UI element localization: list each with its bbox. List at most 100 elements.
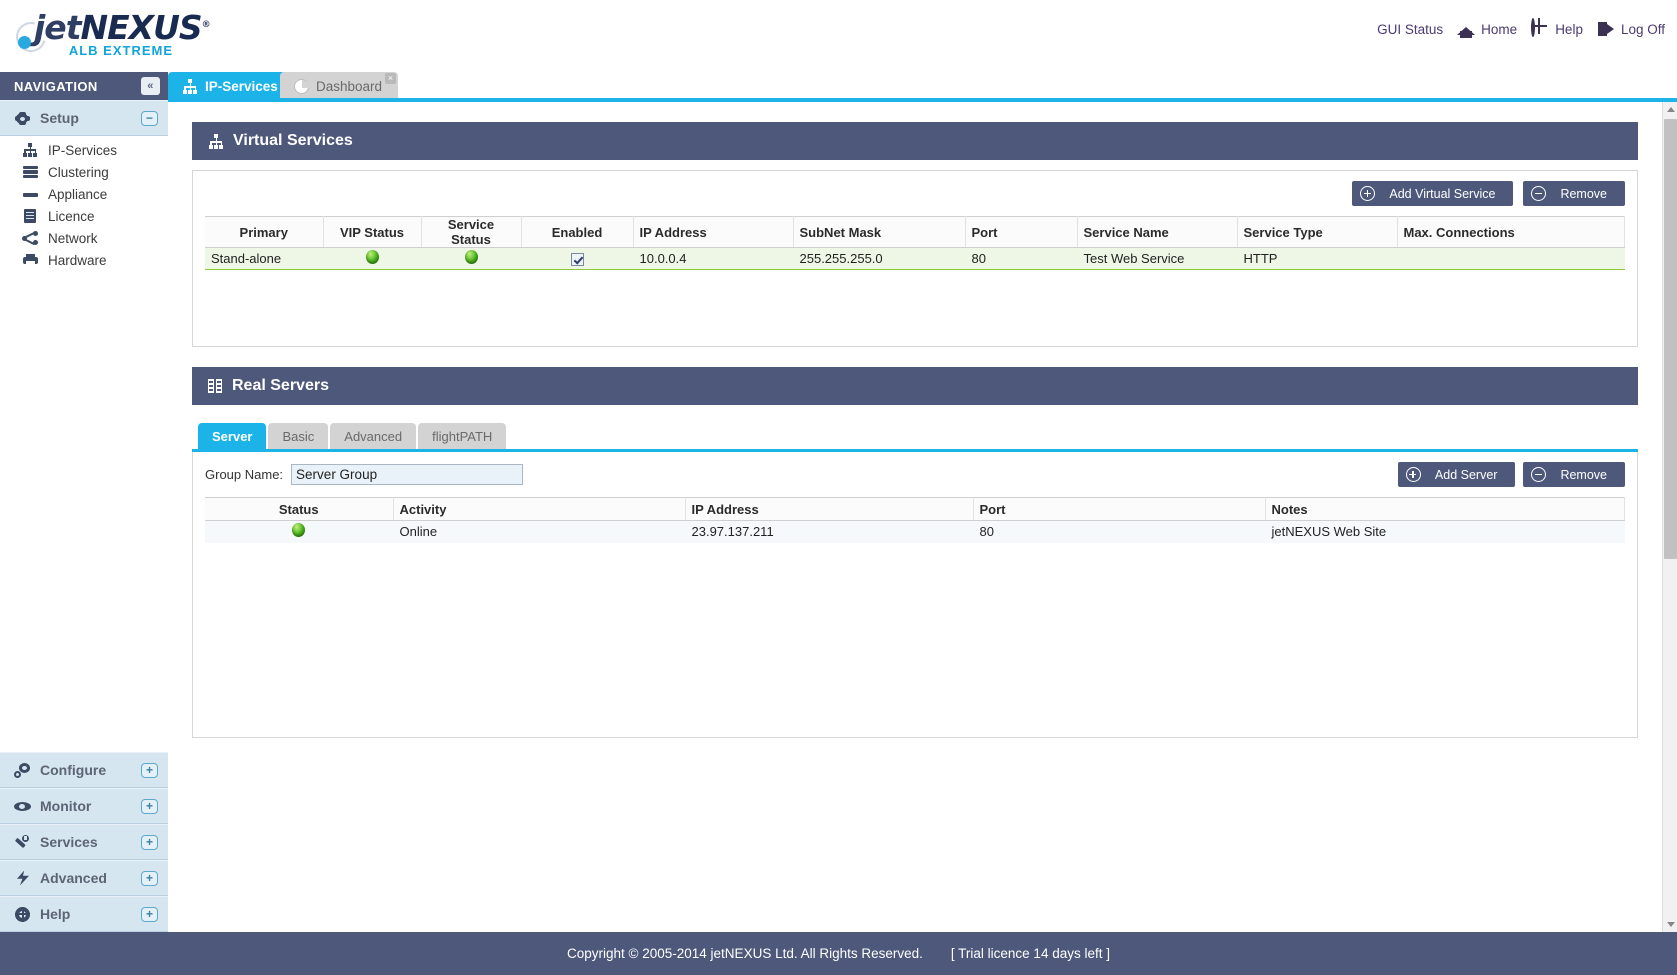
page-scrollbar[interactable] (1662, 102, 1677, 932)
col-notes[interactable]: Notes (1265, 497, 1625, 521)
tab-ip-services[interactable]: IP-Services (168, 72, 292, 100)
remove-virtual-service-button[interactable]: Remove (1523, 181, 1625, 206)
scroll-down-button[interactable] (1663, 917, 1677, 932)
sidebar-section-monitor[interactable]: Monitor + (0, 788, 168, 824)
sidebar-item-appliance[interactable]: Appliance (0, 183, 168, 205)
sidebar-section-toggle[interactable]: + (141, 762, 158, 778)
subtab-advanced[interactable]: Advanced (330, 423, 417, 449)
sidebar-section-toggle[interactable]: + (141, 906, 158, 922)
subtab-server[interactable]: Server (198, 423, 267, 449)
add-virtual-service-button[interactable]: Add Virtual Service (1352, 181, 1514, 206)
cell-primary: Stand-alone (205, 247, 323, 270)
virtual-services-body: Add Virtual Service Remove Primary VIP S… (192, 170, 1638, 347)
col-max-connections[interactable]: Max. Connections (1397, 216, 1625, 248)
share-icon (22, 230, 39, 246)
col-enabled[interactable]: Enabled (521, 216, 634, 248)
virtual-services-table-wrap: Primary VIP Status Service Status Enable… (205, 216, 1625, 334)
sidebar-section-help[interactable]: Help + (0, 896, 168, 932)
col-ip-address[interactable]: IP Address (685, 497, 974, 521)
header-link-gui-status[interactable]: GUI Status (1349, 20, 1447, 38)
sidebar-section-toggle[interactable]: + (141, 798, 158, 814)
header-link-logoff[interactable]: Log Off (1593, 20, 1669, 38)
appliance-icon (22, 187, 39, 202)
col-primary[interactable]: Primary (205, 216, 324, 248)
tab-dashboard[interactable]: Dashboard × (280, 72, 398, 100)
top-bar: jetNEXUS® ALB EXTREME GUI Status Home He… (0, 0, 1677, 72)
status-led-icon (365, 250, 379, 264)
tree-icon (208, 134, 224, 149)
tab-strip: IP-Services Dashboard × (168, 72, 1677, 100)
header-link-help[interactable]: Help (1527, 18, 1587, 38)
cell-service-name: Test Web Service (1077, 247, 1237, 270)
sidebar-section-setup[interactable]: Setup − (0, 100, 168, 136)
col-vip-status[interactable]: VIP Status (323, 216, 422, 248)
col-port[interactable]: Port (973, 497, 1266, 521)
sidebar-item-label: Hardware (48, 252, 107, 268)
sidebar-collapse-button[interactable]: « (141, 77, 160, 95)
close-icon[interactable]: × (385, 73, 396, 84)
sidebar-section-advanced[interactable]: Advanced + (0, 860, 168, 896)
col-status[interactable]: Status (205, 497, 394, 521)
cell-subnet-mask: 255.255.255.0 (793, 247, 965, 270)
subtab-flightpath[interactable]: flightPATH (418, 423, 507, 449)
plus-icon (1360, 186, 1376, 201)
header-link-home[interactable]: Home (1453, 20, 1521, 38)
sidebar-item-label: IP-Services (48, 142, 118, 158)
sidebar-section-configure[interactable]: Configure + (0, 752, 168, 788)
sidebar-section-toggle[interactable]: + (141, 870, 158, 886)
button-label: Remove (1560, 186, 1607, 201)
group-name-label: Group Name: (205, 467, 284, 482)
enabled-checkbox[interactable] (570, 253, 584, 267)
sidebar-section-label: Monitor (40, 798, 92, 814)
cell-service-status (421, 247, 521, 270)
plus-icon (1405, 467, 1421, 482)
col-service-type[interactable]: Service Type (1237, 216, 1398, 248)
real-servers-tabs: Server Basic Advanced flightPATH (198, 423, 1638, 449)
table-row[interactable]: Stand-alone 10.0.0.4 255.255.255.0 80 Te… (205, 247, 1625, 270)
add-server-button[interactable]: Add Server (1397, 462, 1516, 487)
sidebar-item-licence[interactable]: Licence (0, 205, 168, 227)
subtab-basic[interactable]: Basic (268, 423, 329, 449)
footer: Copyright © 2005-2014 jetNEXUS Ltd. All … (0, 932, 1677, 975)
sidebar-item-clustering[interactable]: Clustering (0, 161, 168, 183)
header-link-label: Log Off (1620, 21, 1665, 37)
sidebar-section-toggle[interactable]: − (141, 110, 158, 126)
cell-port: 80 (965, 247, 1077, 270)
col-ip-address[interactable]: IP Address (633, 216, 794, 248)
cell-port: 80 (973, 520, 1265, 543)
cell-service-type: HTTP (1237, 247, 1397, 270)
group-name-input[interactable] (291, 464, 524, 485)
logo-text-nexus: NEXUS (80, 8, 202, 47)
help-lifering-icon (1531, 18, 1549, 38)
panel-title: Virtual Services (233, 132, 353, 149)
sidebar-section-toggle[interactable]: + (141, 834, 158, 850)
sidebar-item-ip-services[interactable]: IP-Services (0, 139, 168, 161)
cell-enabled[interactable] (521, 247, 633, 270)
button-label: Add Server (1434, 467, 1498, 482)
col-activity[interactable]: Activity (393, 497, 686, 521)
sidebar-section-label: Help (40, 906, 71, 922)
tree-icon (22, 142, 39, 158)
sidebar-section-label: Services (40, 834, 98, 850)
col-port[interactable]: Port (965, 216, 1078, 248)
table-header-row: Status Activity IP Address Port Notes (205, 497, 1625, 521)
help-lifering-icon (14, 906, 31, 922)
col-subnet-mask[interactable]: SubNet Mask (793, 216, 966, 248)
scroll-thumb[interactable] (1664, 119, 1677, 559)
col-service-status[interactable]: Service Status (421, 216, 522, 248)
tree-icon (182, 79, 198, 94)
group-name-row: Group Name: Add Server Remove (205, 462, 1625, 487)
sidebar-section-services[interactable]: Services + (0, 824, 168, 860)
home-icon (1457, 20, 1476, 38)
status-check-icon (1353, 20, 1371, 38)
virtual-services-toolbar: Add Virtual Service Remove (205, 181, 1625, 206)
remove-server-button[interactable]: Remove (1523, 462, 1625, 487)
scroll-up-button[interactable] (1663, 102, 1677, 117)
sidebar-item-hardware[interactable]: Hardware (0, 249, 168, 271)
table-row[interactable]: Online 23.97.137.211 80 jetNEXUS Web Sit… (205, 520, 1625, 543)
header-link-label: Help (1555, 21, 1583, 37)
sidebar-item-network[interactable]: Network (0, 227, 168, 249)
button-label: Add Virtual Service (1389, 186, 1496, 201)
col-service-name[interactable]: Service Name (1077, 216, 1238, 248)
button-label: Remove (1560, 467, 1607, 482)
